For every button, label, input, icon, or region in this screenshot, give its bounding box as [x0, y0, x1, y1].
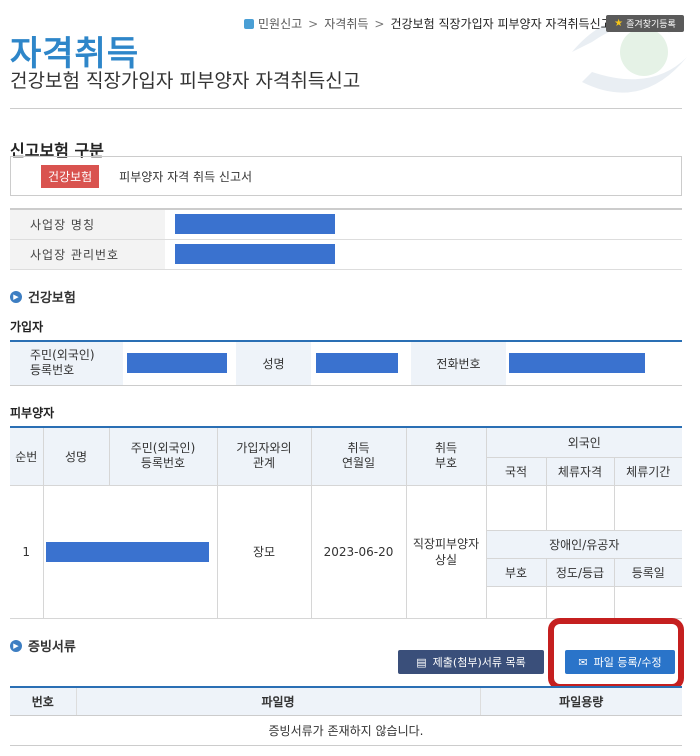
- col-name: 성명: [42, 426, 110, 486]
- col-evidence-no: 번호: [10, 686, 76, 716]
- workplace-mgmt-label: 사업장 관리번호: [10, 239, 165, 270]
- redacted-subscriber-id: [127, 353, 227, 374]
- health-insurance-title: 건강보험: [28, 291, 76, 306]
- col-reg-date: 등록일: [613, 557, 682, 587]
- file-upload-edit-button[interactable]: ✉ 파일 등록/수정: [565, 650, 675, 674]
- breadcrumb-separator: >: [374, 16, 385, 31]
- col-disabled: 장애인/유공자: [486, 529, 682, 559]
- subscriber-phone-label: 전화번호: [411, 340, 506, 386]
- breadcrumb-item[interactable]: 자격취득: [324, 15, 368, 32]
- page-subtitle: 건강보험 직장가입자 피부양자 자격취득신고: [10, 70, 361, 92]
- col-nationality: 국적: [486, 456, 547, 486]
- evidence-heading: ▶ 증빙서류: [10, 636, 76, 655]
- breadcrumb-separator: >: [308, 16, 319, 31]
- breadcrumb-item[interactable]: 민원신고: [258, 15, 302, 32]
- add-favorite-button[interactable]: ★ 즐겨찾기등록: [606, 15, 684, 32]
- bullet-arrow-icon: ▶: [10, 639, 22, 652]
- title-divider: [10, 108, 682, 109]
- col-stay-period: 체류기간: [613, 456, 682, 486]
- insurance-type-box: 건강보험 피부양자 자격 취득 신고서: [10, 156, 682, 196]
- redacted-subscriber-phone: [509, 353, 645, 374]
- col-foreigner: 외국인: [485, 426, 682, 458]
- row-stay-period: [613, 484, 682, 531]
- evidence-table: 번호 파일명 파일용량 증빙서류가 존재하지 않습니다.: [10, 686, 682, 746]
- col-grade: 정도/등급: [545, 557, 615, 587]
- submitted-documents-list-label: 제출(첨부)서류 목록: [432, 656, 526, 669]
- home-icon[interactable]: [244, 18, 254, 29]
- dependent-table: 순번 성명 주민(외국인) 등록번호 가입자와의 관계 취득 연월일 취득 부호…: [10, 426, 682, 619]
- workplace-name-label: 사업장 명칭: [10, 208, 165, 240]
- subscriber-table: 주민(외국인) 등록번호 성명 전화번호: [10, 340, 682, 386]
- dependent-title: 피부양자: [10, 406, 55, 420]
- col-code: 부호: [486, 557, 547, 587]
- form-name: 피부양자 자격 취득 신고서: [119, 169, 253, 184]
- redacted-subscriber-name: [316, 353, 398, 374]
- breadcrumb: 민원신고 > 자격취득 > 건강보험 직장가입자 피부양자 자격취득신고: [244, 15, 612, 32]
- row-code: [486, 585, 547, 619]
- workplace-table: 사업장 명칭 사업장 관리번호: [10, 208, 682, 270]
- subscriber-title: 가입자: [10, 320, 44, 334]
- envelope-upload-icon: ✉: [578, 655, 588, 669]
- col-stay-status: 체류자격: [545, 456, 615, 486]
- row-relation: 장모: [216, 484, 312, 619]
- row-seq: 1: [10, 484, 44, 619]
- row-acq-code: 직장피부양자 상실: [405, 484, 487, 619]
- redacted-dependent-name-id: [45, 541, 209, 562]
- star-icon: ★: [614, 18, 624, 29]
- row-acq-date: 2023-06-20: [310, 484, 407, 619]
- col-evidence-size: 파일용량: [479, 686, 682, 716]
- subscriber-id-label: 주민(외국인) 등록번호: [10, 340, 123, 386]
- document-list-icon: ▤: [416, 655, 427, 669]
- col-acq-date: 취득 연월일: [310, 426, 407, 486]
- bullet-arrow-icon: ▶: [10, 290, 22, 303]
- col-evidence-filename: 파일명: [75, 686, 480, 716]
- subscriber-name-label: 성명: [236, 340, 311, 386]
- redacted-workplace-mgmt-number: [175, 244, 335, 264]
- col-seq: 순번: [10, 426, 44, 486]
- file-upload-edit-label: 파일 등록/수정: [593, 656, 662, 669]
- row-stay-status: [545, 484, 615, 531]
- health-insurance-heading: ▶ 건강보험: [10, 287, 76, 306]
- col-id: 주민(외국인) 등록번호: [108, 426, 218, 486]
- redacted-workplace-name: [175, 214, 335, 235]
- submitted-documents-list-button[interactable]: ▤ 제출(첨부)서류 목록: [398, 650, 544, 674]
- row-grade: [545, 585, 615, 619]
- col-acq-code: 취득 부호: [405, 426, 487, 486]
- evidence-title: 증빙서류: [28, 640, 76, 655]
- col-relation: 가입자와의 관계: [216, 426, 312, 486]
- add-favorite-label: 즐겨찾기등록: [626, 20, 676, 30]
- breadcrumb-current: 건강보험 직장가입자 피부양자 자격취득신고: [390, 17, 612, 31]
- insurance-tag: 건강보험: [41, 164, 100, 188]
- row-reg-date: [613, 585, 682, 619]
- row-nationality: [485, 484, 547, 531]
- evidence-empty-message: 증빙서류가 존재하지 않습니다.: [10, 715, 682, 746]
